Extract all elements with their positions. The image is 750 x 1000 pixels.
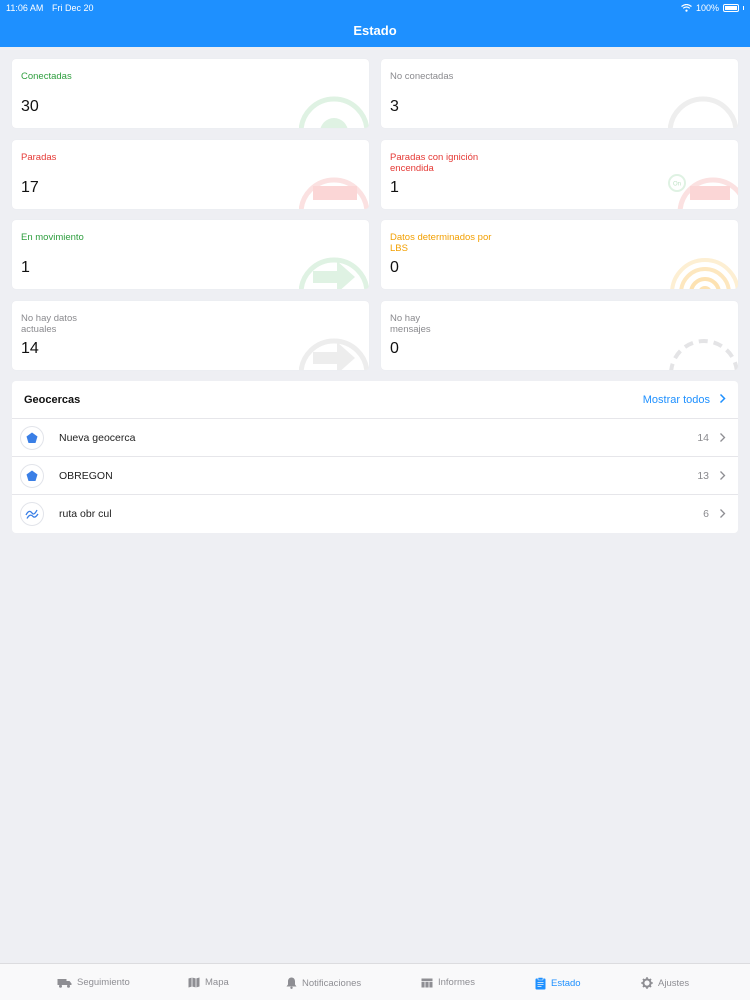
card-value: 0 bbox=[390, 340, 399, 357]
clipboard-icon bbox=[535, 977, 546, 990]
card-label: Paradas con ignición encendida bbox=[390, 152, 479, 174]
connected-icon bbox=[299, 96, 369, 128]
geofence-count: 13 bbox=[697, 470, 709, 482]
gear-icon bbox=[641, 977, 653, 989]
card-value: 17 bbox=[21, 179, 39, 196]
card-label: Datos determinados por LBS bbox=[390, 232, 492, 254]
tab-label: Informes bbox=[438, 977, 475, 988]
battery-tip bbox=[743, 6, 744, 10]
route-icon bbox=[25, 509, 39, 519]
card-no-messages[interactable]: No hay mensajes 0 bbox=[381, 301, 738, 370]
chevron-right-icon bbox=[720, 509, 726, 518]
geofence-count: 14 bbox=[697, 432, 709, 444]
card-value: 1 bbox=[390, 179, 399, 196]
moving-arrow-icon bbox=[299, 257, 369, 289]
tab-label: Notificaciones bbox=[302, 977, 362, 989]
tab-label: Seguimiento bbox=[77, 977, 130, 988]
table-icon bbox=[421, 978, 433, 987]
card-stopped[interactable]: Paradas 17 bbox=[12, 140, 369, 209]
route-icon-wrap bbox=[20, 502, 44, 526]
geofence-row-obregon[interactable]: OBREGON 13 bbox=[12, 457, 738, 495]
status-time: 11:06 AM bbox=[6, 3, 44, 13]
stale-arrow-icon bbox=[299, 338, 369, 370]
status-date: Fri Dec 20 bbox=[52, 3, 94, 13]
card-value: 14 bbox=[21, 340, 39, 357]
polygon-icon bbox=[26, 432, 38, 443]
map-icon bbox=[188, 977, 200, 988]
card-value: 3 bbox=[390, 98, 399, 115]
geofence-name: OBREGON bbox=[59, 470, 113, 482]
card-not-connected[interactable]: No conectadas 3 bbox=[381, 59, 738, 128]
ignition-stop-icon: On bbox=[668, 174, 738, 209]
status-bar: 11:06 AM Fri Dec 20 100% bbox=[0, 0, 750, 16]
stop-icon bbox=[299, 177, 369, 209]
card-label: Paradas bbox=[21, 152, 57, 163]
status-right: 100% bbox=[681, 3, 744, 13]
tab-seguimiento[interactable]: Seguimiento bbox=[57, 977, 130, 988]
card-value: 30 bbox=[21, 98, 39, 115]
card-moving[interactable]: En movimiento 1 bbox=[12, 220, 369, 289]
lbs-signal-icon bbox=[670, 258, 738, 289]
card-label: No hay mensajes bbox=[390, 313, 431, 335]
polygon-icon bbox=[26, 470, 38, 481]
card-label: Conectadas bbox=[21, 71, 72, 82]
top-bar: 11:06 AM Fri Dec 20 100% Estado bbox=[0, 0, 750, 47]
tab-ajustes[interactable]: Ajustes bbox=[641, 977, 689, 989]
show-all-link[interactable]: Mostrar todos bbox=[643, 394, 710, 406]
card-label: No conectadas bbox=[390, 71, 454, 82]
card-stopped-ignition-on[interactable]: Paradas con ignición encendida 1 On bbox=[381, 140, 738, 209]
card-no-current-data[interactable]: No hay datos actuales 14 bbox=[12, 301, 369, 370]
page-title: Estado bbox=[353, 23, 397, 38]
tab-informes[interactable]: Informes bbox=[421, 977, 475, 988]
card-lbs-data[interactable]: Datos determinados por LBS 0 bbox=[381, 220, 738, 289]
card-connected[interactable]: Conectadas 30 bbox=[12, 59, 369, 128]
tab-estado[interactable]: Estado bbox=[535, 977, 581, 990]
card-value: 0 bbox=[390, 259, 399, 276]
polygon-icon-wrap bbox=[20, 464, 44, 488]
chevron-right-icon bbox=[720, 433, 726, 442]
tab-label: Estado bbox=[551, 978, 581, 989]
chevron-right-icon bbox=[720, 471, 726, 480]
geofence-row-nueva[interactable]: Nueva geocerca 14 bbox=[12, 419, 738, 457]
geofence-name: Nueva geocerca bbox=[59, 432, 136, 444]
geofences-header: Geocercas Mostrar todos bbox=[12, 381, 738, 419]
svg-text:On: On bbox=[673, 182, 681, 188]
chevron-right-icon[interactable] bbox=[719, 393, 726, 404]
no-messages-icon bbox=[669, 339, 738, 370]
geofences-title: Geocercas bbox=[24, 394, 81, 406]
geofence-count: 6 bbox=[703, 508, 709, 520]
tab-notificaciones[interactable]: Notificaciones bbox=[286, 977, 361, 989]
geofences-panel: Geocercas Mostrar todos Nueva geocerca 1… bbox=[12, 381, 738, 533]
tab-label: Mapa bbox=[205, 977, 229, 988]
truck-icon bbox=[57, 978, 72, 988]
polygon-icon-wrap bbox=[20, 426, 44, 450]
geofence-row-ruta[interactable]: ruta obr cul 6 bbox=[12, 495, 738, 533]
tab-label: Ajustes bbox=[658, 977, 690, 989]
battery-percent: 100% bbox=[695, 3, 719, 13]
disconnected-icon bbox=[668, 96, 738, 128]
bell-icon bbox=[286, 977, 297, 989]
card-label: En movimiento bbox=[21, 232, 84, 243]
geofence-name: ruta obr cul bbox=[59, 508, 112, 520]
wifi-icon bbox=[681, 4, 692, 12]
battery-icon bbox=[723, 4, 739, 12]
card-label: No hay datos actuales bbox=[21, 313, 77, 335]
tab-bar: Seguimiento Mapa Notificaciones Informes… bbox=[0, 963, 750, 1000]
tab-mapa[interactable]: Mapa bbox=[188, 977, 229, 988]
card-value: 1 bbox=[21, 259, 30, 276]
